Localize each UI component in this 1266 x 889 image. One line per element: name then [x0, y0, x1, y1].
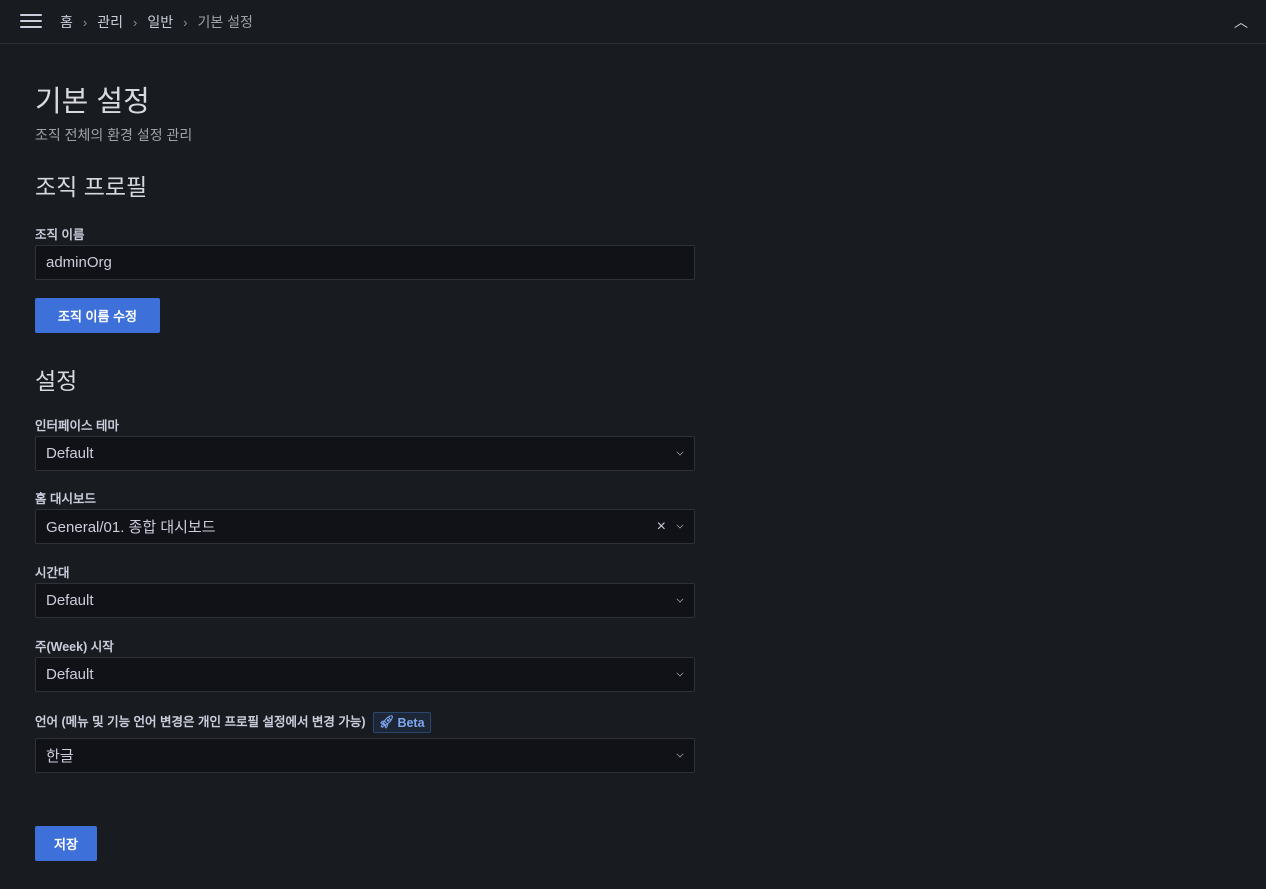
- org-name-value: adminOrg: [46, 254, 112, 271]
- breadcrumb: 홈 › 관리 › 일반 › 기본 설정: [60, 12, 253, 32]
- home-dashboard-label: 홈 대시보드: [35, 492, 96, 506]
- week-start-value: Default: [46, 666, 94, 683]
- chevron-down-icon: [676, 595, 684, 602]
- timezone-label: 시간대: [35, 566, 70, 580]
- beta-text: Beta: [397, 715, 425, 730]
- chevron-right-icon: ›: [183, 14, 188, 30]
- beta-badge: 🚀︎ Beta: [372, 712, 431, 734]
- page-title: 기본 설정: [35, 86, 150, 118]
- home-dashboard-value: General/01. 종합 대시보드: [46, 519, 216, 536]
- rocket-icon: 🚀︎: [378, 715, 395, 730]
- breadcrumb-admin[interactable]: 관리: [97, 12, 123, 32]
- update-org-name-button[interactable]: 조직 이름 수정: [35, 298, 160, 333]
- language-label-row: 언어 (메뉴 및 기능 언어 변경은 개인 프로필 설정에서 변경 가능) 🚀︎ B…: [35, 711, 431, 734]
- theme-label: 인터페이스 테마: [35, 419, 119, 433]
- chevron-down-icon: [676, 448, 684, 455]
- timezone-select[interactable]: Default: [35, 583, 695, 618]
- language-label: 언어 (메뉴 및 기능 언어 변경은 개인 프로필 설정에서 변경 가능): [35, 715, 366, 729]
- chevron-right-icon: ›: [82, 14, 88, 30]
- chevron-up-icon[interactable]: ︿: [1234, 12, 1248, 32]
- clear-icon[interactable]: ×: [657, 518, 666, 536]
- save-button[interactable]: 저장: [35, 826, 97, 861]
- home-dashboard-select[interactable]: General/01. 종합 대시보드 ×: [35, 509, 695, 544]
- chevron-right-icon: ›: [133, 14, 138, 30]
- chevron-down-icon: [676, 521, 684, 528]
- chevron-down-icon: [676, 669, 684, 676]
- breadcrumb-general[interactable]: 일반: [147, 12, 173, 32]
- menu-icon[interactable]: [20, 14, 42, 30]
- theme-select[interactable]: Default: [35, 436, 695, 471]
- week-start-select[interactable]: Default: [35, 657, 695, 692]
- breadcrumb-current: 기본 설정: [197, 14, 253, 30]
- language-value: 한글: [46, 748, 74, 765]
- timezone-value: Default: [46, 592, 94, 609]
- top-bar: 홈 › 관리 › 일반 › 기본 설정 ︿: [0, 0, 1266, 44]
- org-name-label: 조직 이름: [35, 228, 85, 242]
- settings-heading: 설정: [35, 368, 78, 394]
- chevron-down-icon: [676, 750, 684, 757]
- org-profile-heading: 조직 프로필: [35, 174, 148, 200]
- breadcrumb-home[interactable]: 홈: [60, 12, 73, 32]
- theme-value: Default: [46, 445, 94, 462]
- org-name-input[interactable]: adminOrg: [35, 245, 695, 280]
- page-subtitle: 조직 전체의 환경 설정 관리: [35, 127, 193, 143]
- week-start-label: 주(Week) 시작: [35, 640, 114, 654]
- language-select[interactable]: 한글: [35, 738, 695, 773]
